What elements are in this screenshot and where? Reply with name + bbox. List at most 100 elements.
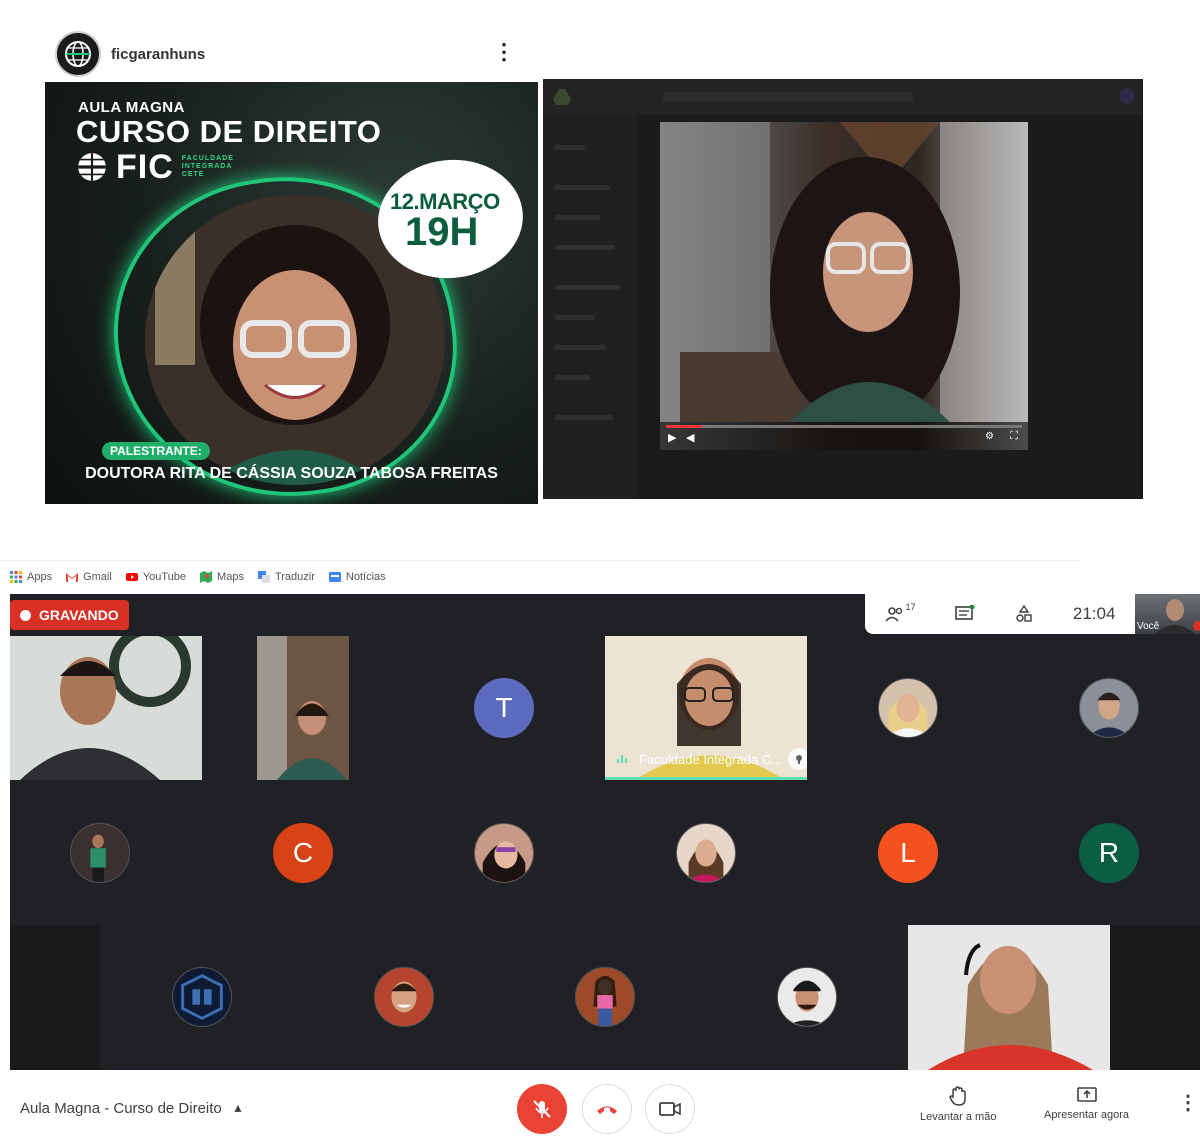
participant-video-tile[interactable] [908, 925, 1110, 1070]
bookmark-gmail[interactable]: Gmail [66, 571, 112, 583]
bookmark-label: Notícias [345, 570, 386, 583]
drive-sidebar-item [555, 415, 613, 420]
drive-sidebar-item [555, 145, 585, 150]
more-options-icon[interactable]: ⋮ [1178, 1093, 1198, 1113]
camera-toggle-button[interactable] [645, 1084, 695, 1134]
recording-dot-icon [20, 609, 31, 621]
speaking-underline [605, 777, 807, 780]
participants-button[interactable]: 17 [884, 602, 916, 622]
participant-count: 17 [905, 602, 916, 612]
participant-avatar[interactable]: T [474, 678, 534, 738]
participant-photo-avatar[interactable] [374, 967, 434, 1027]
chat-button[interactable] [954, 605, 975, 623]
participant-photo-avatar[interactable] [777, 967, 837, 1027]
meeting-details-toggle[interactable]: Aula Magna - Curso de Direito ▼ [20, 1100, 244, 1117]
instagram-post-header: ficgaranhuns ⋮ [55, 31, 525, 77]
video-progress-bar[interactable] [666, 425, 1022, 428]
avatar-initial: R [1098, 837, 1120, 868]
meet-bottom-bar: Aula Magna - Curso de Direito ▼ Levantar… [0, 1070, 1200, 1144]
maps-icon [200, 570, 213, 583]
bookmark-label: Apps [27, 570, 53, 583]
video-frame-illustration [660, 122, 1028, 422]
settings-icon[interactable]: ⚙ [985, 431, 994, 442]
drive-sidebar [543, 115, 638, 499]
drive-sidebar-item [555, 185, 610, 190]
drive-sidebar-item [555, 375, 590, 380]
play-icon[interactable]: ▶ [668, 431, 676, 444]
account-avatar[interactable] [55, 31, 101, 77]
more-options-icon[interactable]: ⋮ [493, 41, 515, 63]
youtube-icon [125, 572, 138, 581]
poster-title: CURSO DE DIREITO [76, 114, 382, 149]
participant-video-illustration [908, 925, 1110, 1070]
activities-button[interactable] [1014, 605, 1034, 623]
account-username[interactable]: ficgaranhuns [111, 46, 205, 63]
bookmark-apps[interactable]: Apps [10, 570, 53, 583]
screen-share-view: ▶ ◀ ⚙ ⛶ [543, 79, 1143, 499]
shapes-icon [1016, 605, 1032, 622]
chat-icon [954, 605, 975, 620]
pin-icon[interactable] [788, 748, 807, 770]
participant-photo-avatar[interactable] [172, 967, 232, 1027]
people-icon [884, 607, 902, 622]
drive-sidebar-item [555, 285, 620, 290]
participant-avatar[interactable]: R [1079, 823, 1139, 883]
raise-hand-button[interactable]: Levantar a mão [920, 1086, 996, 1123]
participant-video-tile-dark[interactable] [1110, 925, 1200, 1070]
participant-video-tile[interactable] [10, 636, 202, 780]
drive-sidebar-item [555, 215, 600, 220]
present-screen-icon [1076, 1087, 1097, 1102]
active-speaker-name: Faculdade Integrada C... [639, 751, 783, 767]
participant-photo-avatar[interactable] [474, 823, 534, 883]
meeting-clock: 21:04 [1072, 604, 1116, 623]
mic-toggle-button[interactable] [517, 1084, 567, 1134]
present-now-button[interactable]: Apresentar agora [1044, 1086, 1129, 1121]
meet-call-area: GRAVANDO 17 21:04 Você T Faculdade Integ… [10, 594, 1200, 1070]
fic-logo-subtext: FACULDADE INTEGRADA CETE [181, 155, 234, 178]
participant-video-tile-dark[interactable] [10, 925, 100, 1070]
volume-icon[interactable]: ◀ [686, 431, 694, 444]
participant-avatar[interactable]: L [878, 823, 938, 883]
participant-avatar[interactable]: C [273, 823, 333, 883]
bookmark-translate[interactable]: Traduzir [257, 570, 315, 583]
participant-photo-avatar[interactable] [676, 823, 736, 883]
photo-avatar-illustration [1087, 692, 1131, 737]
fullscreen-icon[interactable]: ⛶ [1010, 430, 1018, 443]
raise-hand-icon [949, 1086, 966, 1106]
shared-video-player[interactable]: ▶ ◀ ⚙ ⛶ [660, 122, 1028, 450]
self-mic-muted-icon [1193, 621, 1200, 631]
page-root: ficgaranhuns ⋮ AULA MAGNA CURSO DE DIREI… [0, 0, 1200, 1144]
participant-photo-avatar[interactable] [1079, 678, 1139, 738]
fic-logo: FIC FACULDADE INTEGRADA CETE [76, 150, 234, 184]
photo-avatar-illustration [778, 968, 836, 1026]
globe-icon [65, 41, 91, 67]
bookmark-label: Traduzir [274, 570, 315, 583]
speaker-name: DOUTORA RITA DE CÁSSIA SOUZA TABOSA FREI… [85, 465, 498, 482]
photo-avatar-illustration [886, 693, 930, 737]
bookmark-maps[interactable]: Maps [200, 570, 244, 583]
participant-video-illustration [10, 636, 202, 780]
drive-search-bar [663, 92, 913, 102]
active-speaker-tile[interactable]: Faculdade Integrada C... [605, 636, 807, 780]
photo-avatar-illustration [71, 824, 129, 882]
participant-video-tile[interactable] [257, 636, 349, 780]
bookmark-youtube[interactable]: YouTube [125, 571, 186, 583]
participant-photo-avatar[interactable] [878, 678, 938, 738]
drive-top-bar [543, 79, 1143, 115]
bookmark-label: Gmail [83, 570, 112, 583]
participant-photo-avatar[interactable] [70, 823, 130, 883]
self-view-tile[interactable]: Você [1135, 594, 1200, 634]
drive-sidebar-item [555, 245, 615, 250]
drive-sidebar-item [555, 345, 605, 350]
drive-account-avatar [1119, 88, 1135, 104]
participant-photo-avatar[interactable] [575, 967, 635, 1027]
apps-grid-icon [10, 570, 22, 583]
leave-call-button[interactable] [582, 1084, 632, 1134]
video-controls[interactable]: ▶ ◀ ⚙ ⛶ [660, 422, 1028, 450]
fic-globe-icon [78, 153, 106, 181]
photo-avatar-illustration [482, 841, 526, 882]
present-now-label: Apresentar agora [1044, 1109, 1129, 1121]
bookmarks-bar: Apps Gmail YouTube Maps Traduzir Notícia… [0, 560, 1080, 592]
bookmark-news[interactable]: Notícias [328, 570, 386, 583]
raise-hand-label: Levantar a mão [920, 1111, 997, 1123]
